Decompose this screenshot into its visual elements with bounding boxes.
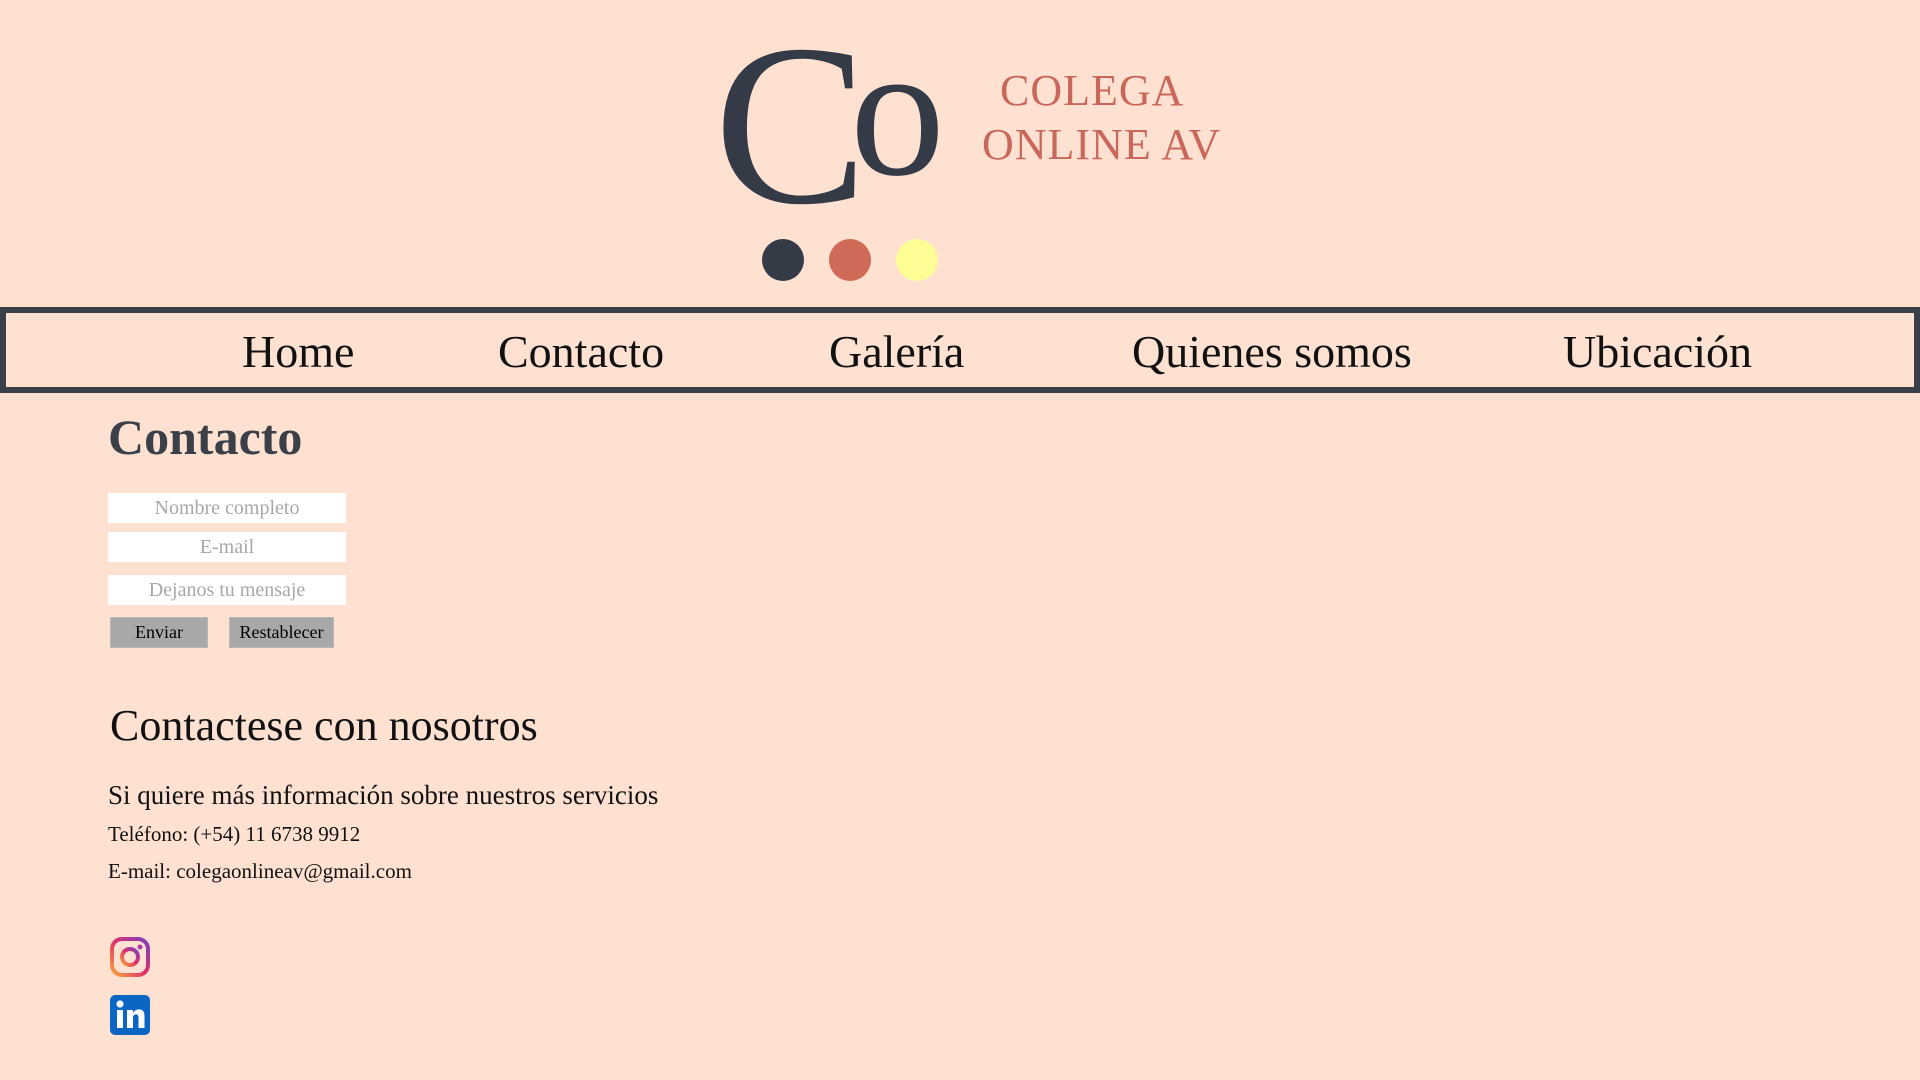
svg-text:o: o [850,14,945,214]
brand-color-dots [762,239,938,281]
dot-yellow [896,239,938,281]
submit-button[interactable]: Enviar [110,617,208,648]
linkedin-icon[interactable] [110,995,150,1035]
nav-contacto[interactable]: Contacto [498,329,664,375]
brand-logo: C o COLEGA ONLINE AV [720,14,1220,214]
instagram-icon[interactable] [110,937,150,977]
info-lead-text: Si quiere más información sobre nuestros… [108,780,659,810]
nav-quienes-somos[interactable]: Quienes somos [1132,329,1412,375]
dot-dark [762,239,804,281]
reset-button[interactable]: Restablecer [229,617,334,648]
instagram-glyph [110,937,150,977]
nav-home[interactable]: Home [242,329,354,375]
contact-section-title: Contactese con nosotros [110,701,538,750]
email-field[interactable] [108,532,346,562]
dot-coral [829,239,871,281]
logo-line-colega: COLEGA [1000,66,1185,115]
logo-wordmark: COLEGA ONLINE AV [982,64,1222,172]
full-name-field[interactable] [108,493,346,523]
nav-galeria[interactable]: Galería [829,329,964,375]
logo-monogram: C o [720,14,945,214]
svg-text:C: C [720,14,867,214]
email-text: E-mail: colegaonlineav@gmail.com [108,859,412,883]
main-nav: Home Contacto Galería Quienes somos Ubic… [0,307,1920,393]
phone-text: Teléfono: (+54) 11 6738 9912 [108,822,361,846]
logo-line-online-av: ONLINE AV [982,120,1222,169]
message-field[interactable] [108,575,346,605]
linkedin-glyph [110,995,150,1035]
page-title: Contacto [108,409,303,465]
nav-ubicacion[interactable]: Ubicación [1563,329,1752,375]
